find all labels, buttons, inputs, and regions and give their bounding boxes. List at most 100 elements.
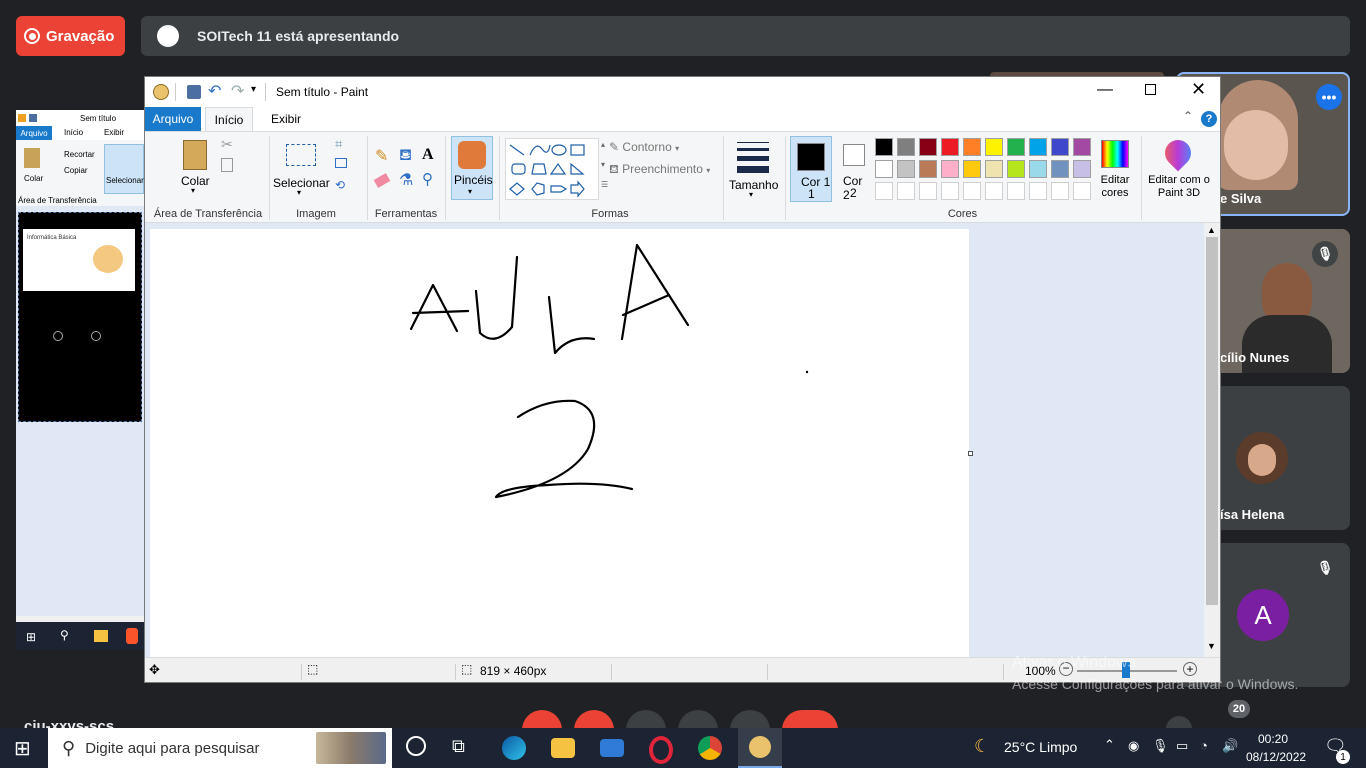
custom-color-slot[interactable] [985,182,1003,200]
weather-text[interactable]: 25°C Limpo [1004,739,1077,755]
custom-color-slot[interactable] [897,182,915,200]
palette-swatch[interactable] [1051,138,1069,156]
palette-swatch[interactable] [1029,138,1047,156]
collapse-ribbon-icon[interactable]: ⌃ [1183,109,1193,123]
fill-bucket-icon[interactable]: ⛾ [399,146,412,166]
palette-swatch[interactable] [1029,160,1047,178]
expand-gallery-icon[interactable]: ☰ [601,180,608,189]
palette-swatch[interactable] [919,138,937,156]
crop-icon[interactable]: ⌗ [335,136,342,152]
vertical-scrollbar[interactable]: ▲ ▼ [1204,223,1220,657]
palette-swatch[interactable] [963,160,981,178]
save-icon[interactable] [187,85,201,99]
wifi-icon[interactable]: ◔ [1200,738,1208,753]
text-tool-icon[interactable]: A [422,146,434,164]
palette-swatch[interactable] [875,138,893,156]
quick-access-dropdown-icon[interactable]: ▾ [251,84,256,95]
palette-swatch[interactable] [985,160,1003,178]
edit-colors-button[interactable]: Editar cores [1097,136,1133,202]
clock-time[interactable]: 00:20 [1248,732,1298,746]
palette-swatch[interactable] [897,160,915,178]
edit-paint3d-button[interactable]: Editar com o Paint 3D [1147,134,1211,202]
custom-color-slot[interactable] [963,182,981,200]
minimize-icon[interactable]: — [1097,81,1113,99]
paint-taskbar-button[interactable] [738,728,782,768]
palette-swatch[interactable] [963,138,981,156]
size-button[interactable]: Tamanho ▾ [729,138,778,202]
palette-swatch[interactable] [1073,160,1091,178]
custom-color-slot[interactable] [1007,182,1025,200]
palette-swatch[interactable] [1007,138,1025,156]
chrome-icon[interactable] [698,736,722,760]
scroll-thumb[interactable] [1206,237,1218,605]
scroll-down-icon[interactable]: ▼ [1207,641,1216,651]
task-view-icon[interactable]: ⧉ [452,736,465,757]
help-icon[interactable]: ? [1201,111,1217,127]
tab-inicio[interactable]: Início [205,107,253,131]
mic-off-icon: 🎙 [1312,555,1338,581]
resize-handle[interactable] [968,451,973,456]
fill-dropdown[interactable]: ⛾ Preenchimento ▾ [609,162,710,178]
palette-swatch[interactable] [985,138,1003,156]
windows-start-icon[interactable]: ⊞ [14,736,31,761]
close-icon[interactable]: ✕ [1191,79,1206,100]
cut-icon[interactable]: ✂ [221,136,233,153]
scroll-up-icon[interactable]: ▲ [1207,225,1216,235]
paste-button[interactable]: Colar ▾ [175,136,215,196]
scroll-down-icon[interactable]: ▾ [601,160,605,169]
palette-swatch[interactable] [875,160,893,178]
mail-icon[interactable] [600,739,624,757]
undo-icon[interactable]: ↶ [208,81,221,101]
palette-swatch[interactable] [1051,160,1069,178]
brushes-button[interactable]: Pincéis ▾ [451,136,493,200]
microphone-icon[interactable]: 🎙 [1152,738,1169,754]
battery-icon[interactable]: ▭ [1176,738,1188,754]
color2-button[interactable]: Cor 2 2 [835,136,871,202]
file-explorer-icon[interactable] [551,738,575,758]
palette-swatch[interactable] [919,160,937,178]
custom-color-slot[interactable] [1051,182,1069,200]
taskbar-search[interactable]: ⚲ Digite aqui para pesquisar [48,728,392,768]
volume-icon[interactable]: 🔊 [1222,738,1238,754]
palette-swatch[interactable] [1073,138,1091,156]
color-picker-icon[interactable]: ⚗ [399,170,413,190]
drawing-canvas[interactable] [150,229,969,657]
tab-exibir[interactable]: Exibir [261,107,311,131]
cortana-icon[interactable] [406,736,426,756]
chevron-down-icon: ▾ [191,186,196,195]
custom-color-slot[interactable] [919,182,937,200]
palette-swatch[interactable] [941,138,959,156]
paint-app-icon[interactable] [153,84,169,100]
palette-swatch[interactable] [897,138,915,156]
chevron-up-icon[interactable]: ⌃ [1104,737,1115,753]
zoom-in-icon[interactable]: + [1183,662,1197,676]
shapes-gallery[interactable] [505,138,599,200]
custom-color-slot[interactable] [1029,182,1047,200]
opera-icon[interactable] [649,736,673,764]
palette-swatch[interactable] [941,160,959,178]
color1-button[interactable]: Cor 1 1 [790,136,832,202]
edge-icon[interactable] [502,736,526,760]
more-options-icon[interactable]: ••• [1316,84,1342,110]
maximize-icon[interactable] [1145,84,1156,95]
custom-color-slot[interactable] [1073,182,1091,200]
eraser-icon[interactable] [373,173,391,188]
magnifier-icon[interactable]: ⚲ [422,170,433,188]
ribbon-tabs: Arquivo Início Exibir ⌃ ? [145,107,1220,131]
copy-icon[interactable] [221,158,233,172]
tab-arquivo[interactable]: Arquivo [145,107,201,131]
resize-icon[interactable] [335,158,347,168]
scroll-up-icon[interactable]: ▴ [601,140,605,149]
select-button[interactable]: Selecionar ▾ [273,138,330,202]
outline-dropdown[interactable]: ✎ Contorno ▾ [609,140,679,154]
custom-color-slot[interactable] [941,182,959,200]
meet-tray-icon[interactable]: ◉ [1128,738,1139,754]
people-count-badge: 20 [1228,700,1250,718]
palette-swatch[interactable] [1007,160,1025,178]
pencil-icon[interactable]: ✎ [375,146,388,166]
clock-date[interactable]: 08/12/2022 [1246,750,1306,764]
redo-icon[interactable]: ↷ [231,81,244,101]
recording-indicator[interactable]: Gravação [16,16,125,56]
custom-color-slot[interactable] [875,182,893,200]
rotate-icon[interactable]: ⟲ [335,178,345,192]
